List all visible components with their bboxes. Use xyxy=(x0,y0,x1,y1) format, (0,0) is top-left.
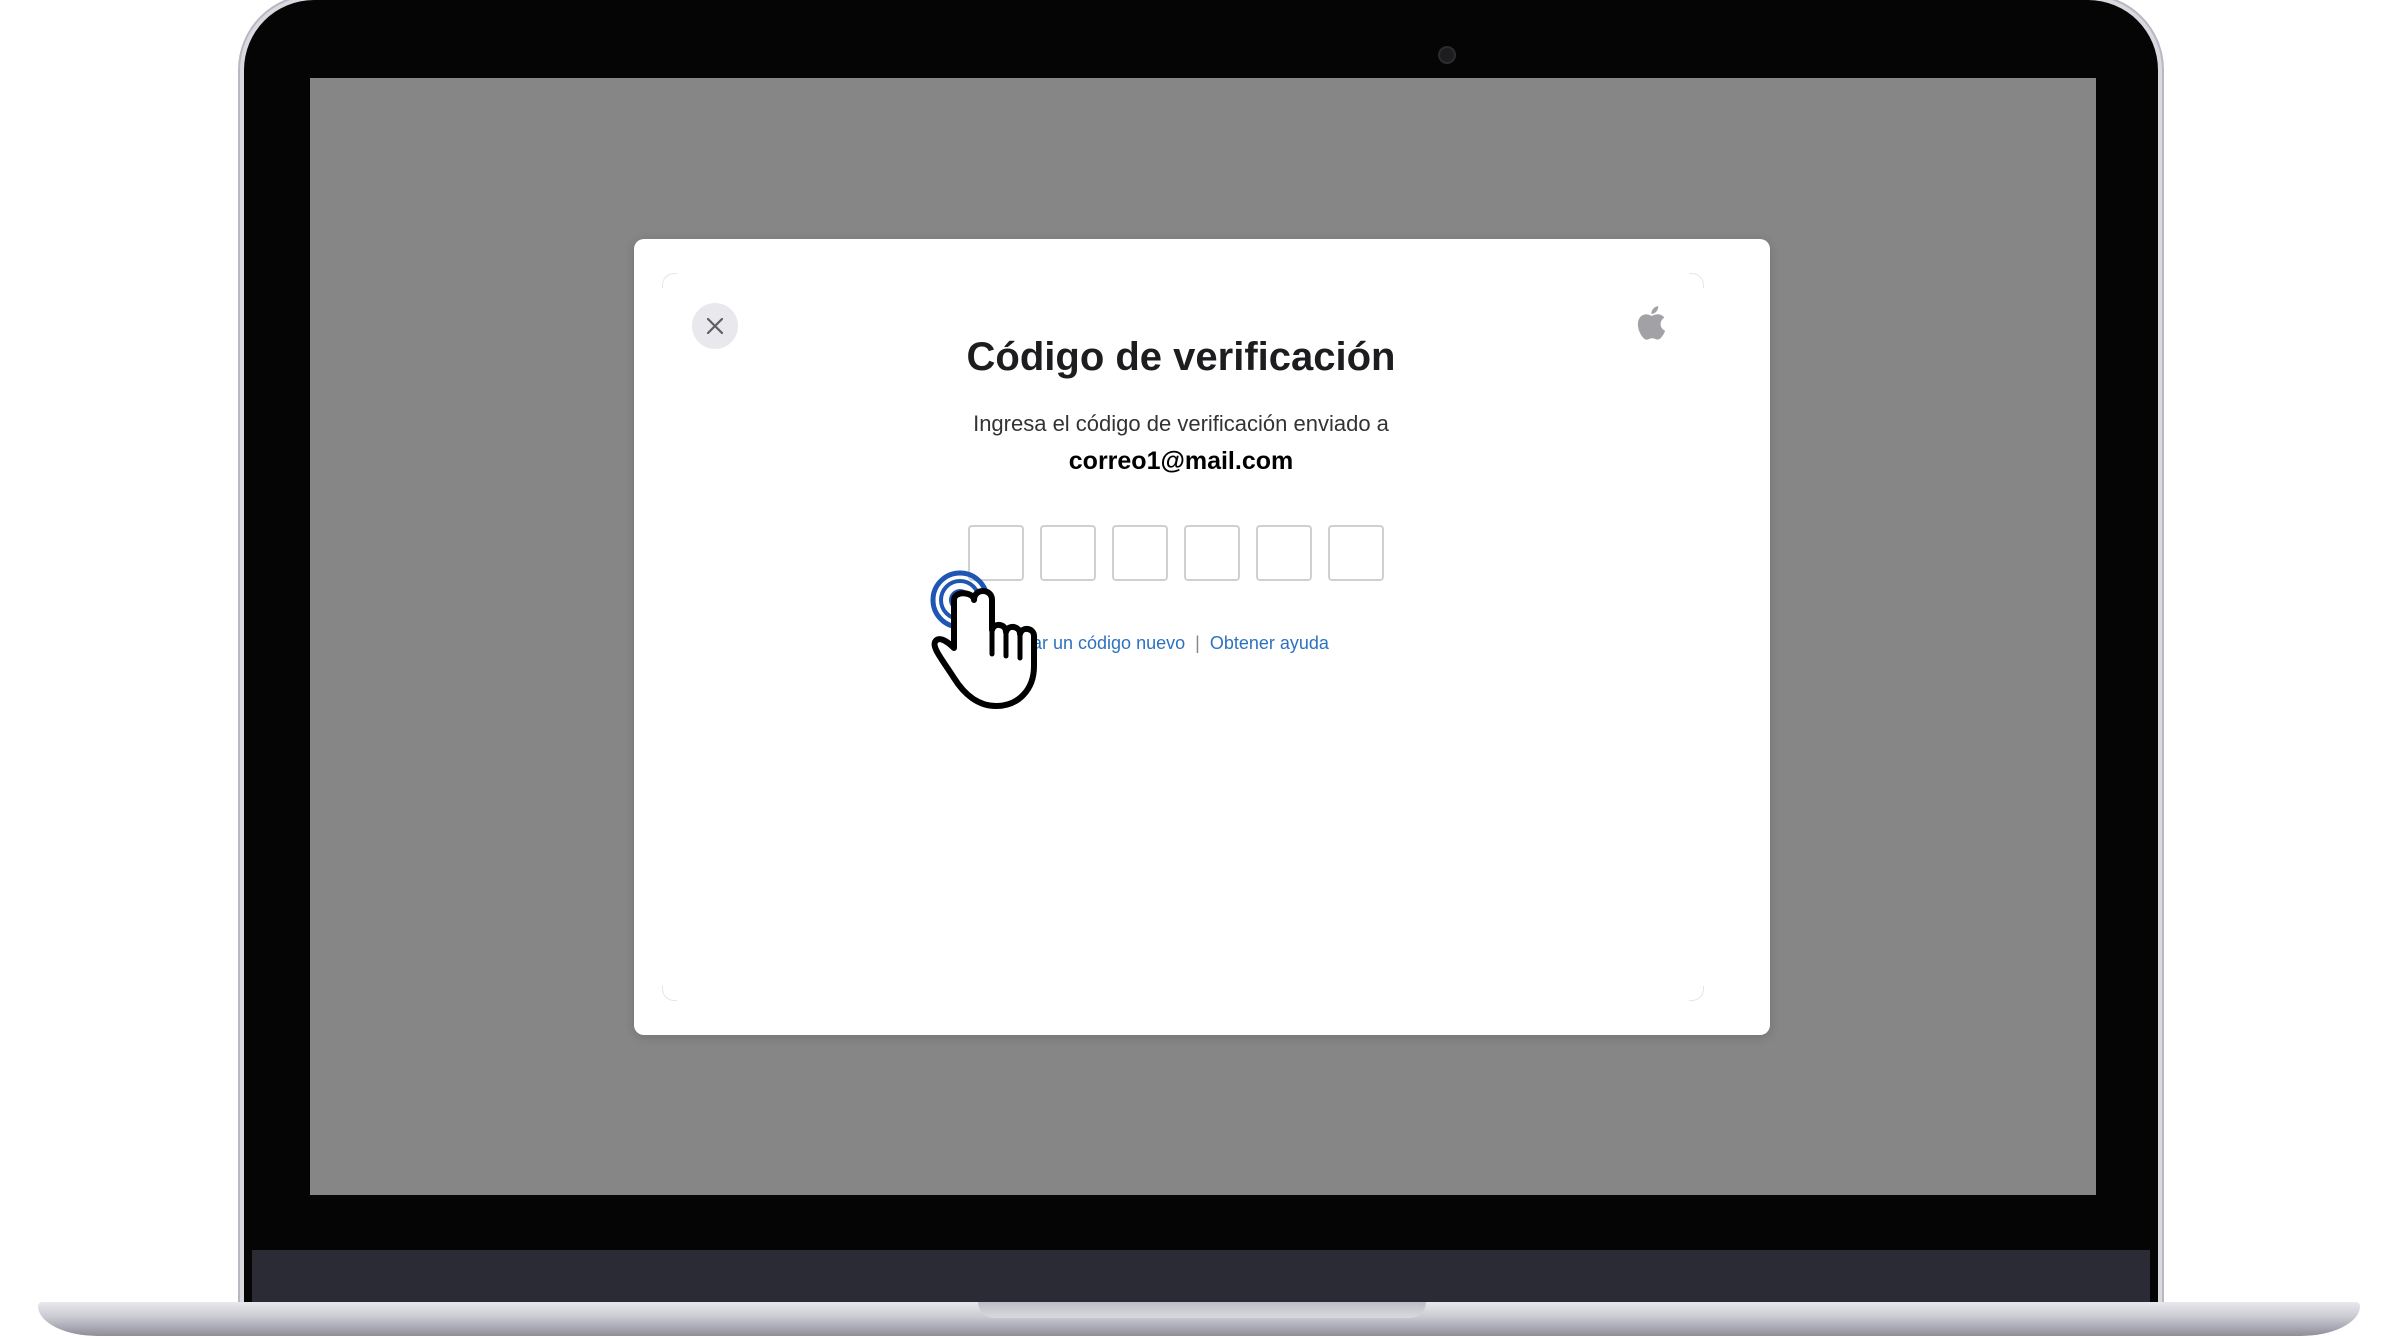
link-separator: | xyxy=(1195,633,1200,653)
code-digit-6[interactable] xyxy=(1328,525,1384,581)
code-digit-5[interactable] xyxy=(1256,525,1312,581)
webcam xyxy=(1438,46,1456,64)
laptop-notch xyxy=(978,1302,1426,1318)
get-help-link[interactable]: Obtener ayuda xyxy=(1210,633,1329,653)
screen: Código de verificación Ingresa el código… xyxy=(310,78,2096,1195)
code-digit-4[interactable] xyxy=(1184,525,1240,581)
page-title: Código de verificación xyxy=(966,335,1396,379)
frame-corner xyxy=(662,986,677,1001)
frame-corner xyxy=(662,273,677,288)
recipient-email: correo1@mail.com xyxy=(1068,447,1294,475)
laptop-mockup: Código de verificación Ingresa el código… xyxy=(0,0,2391,1344)
hand-pointer-icon xyxy=(930,570,1037,709)
frame-corner xyxy=(1689,986,1704,1001)
instruction-text: Ingresa el código de verificación enviad… xyxy=(973,411,1389,436)
frame-corner xyxy=(1689,273,1704,288)
code-digit-3[interactable] xyxy=(1112,525,1168,581)
verification-dialog: Código de verificación Ingresa el código… xyxy=(634,239,1770,1035)
help-links: citar un código nuevo | Obtener ayuda xyxy=(1014,633,1329,654)
close-icon xyxy=(706,317,724,335)
laptop-chin xyxy=(252,1250,2150,1302)
